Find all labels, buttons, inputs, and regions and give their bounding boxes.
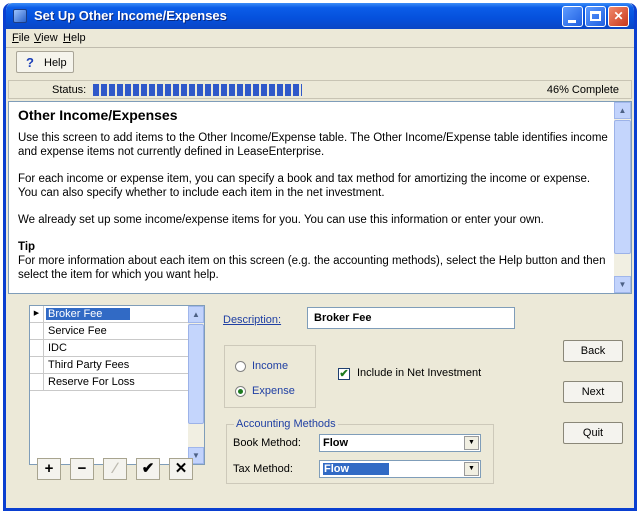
expense-label: Expense [252,385,295,397]
tip-heading: Tip [18,241,36,253]
add-item-button[interactable]: + [37,458,61,480]
cancel-button[interactable]: ✕ [169,458,193,480]
toolbar-divider [6,47,634,48]
menu-help[interactable]: Help [63,32,86,44]
close-button[interactable]: ✕ [608,6,629,27]
minimize-icon [568,20,576,23]
progress-fill [93,84,302,96]
list-item-label: Third Party Fees [48,359,130,371]
close-icon: ✕ [613,9,624,23]
menu-file[interactable]: File [12,32,30,44]
list-item[interactable]: Third Party Fees [30,357,189,374]
scroll-down-icon[interactable]: ▼ [614,276,631,293]
income-radio[interactable] [235,361,246,372]
tip-text: For more information about each item on … [18,255,606,281]
book-method-value: Flow [323,437,349,449]
next-label: Next [581,386,605,398]
row-marker [30,374,44,390]
include-net-checkbox[interactable]: ✔ [338,368,350,380]
include-net-label: Include in Net Investment [357,367,482,379]
tax-method-select[interactable]: Flow ▼ [319,460,481,478]
list-scrollbar[interactable]: ▲ ▼ [188,306,204,464]
scroll-up-icon[interactable]: ▲ [188,306,204,323]
question-mark-icon: ? [26,55,34,70]
chevron-down-icon[interactable]: ▼ [464,436,479,450]
tax-method-value: Flow [323,463,390,475]
list-item[interactable]: IDC [30,340,189,357]
menu-view[interactable]: View [34,32,58,44]
quit-button[interactable]: Quit [563,422,623,444]
list-item[interactable]: ▶ Broker Fee [30,306,189,323]
item-type-group: Income Expense [224,345,316,408]
status-bar: Status: 46% Complete [8,80,632,99]
app-icon [13,9,27,23]
help-title: Other Income/Expenses [18,107,178,123]
list-item-label: IDC [48,342,67,354]
row-marker [30,340,44,356]
maximize-icon [590,11,601,21]
edit-item-button[interactable]: ∕ [103,458,127,480]
editor-area: ▶ Broker Fee Service Fee IDC Third Party… [8,297,632,497]
help-paragraph: Use this screen to add items to the Othe… [18,132,608,158]
list-item[interactable]: Reserve For Loss [30,374,189,391]
list-item-label: Reserve For Loss [48,376,135,388]
status-label: Status: [52,84,87,96]
next-button[interactable]: Next [563,381,623,403]
list-item-label: Service Fee [48,325,107,337]
progress-bar [93,84,548,96]
chevron-down-icon[interactable]: ▼ [464,462,479,476]
help-panel: Other Income/Expenses Use this screen to… [8,101,632,294]
quit-label: Quit [582,427,604,439]
menu-bar: File View Help [6,29,634,47]
maximize-button[interactable] [585,6,606,27]
window-title: Set Up Other Income/Expenses [34,8,227,23]
list-item[interactable]: Service Fee [30,323,189,340]
help-paragraph: We already set up some income/expense it… [18,214,544,226]
title-bar[interactable]: Set Up Other Income/Expenses ✕ [6,3,634,29]
confirm-button[interactable]: ✔ [136,458,160,480]
scroll-up-icon[interactable]: ▲ [614,102,631,119]
remove-item-button[interactable]: − [70,458,94,480]
accounting-methods-group: Accounting Methods Book Method: Flow ▼ T… [226,418,494,484]
scroll-thumb[interactable] [614,120,631,254]
income-label: Income [252,360,289,372]
help-toolbar-button[interactable]: ? Help [16,51,74,73]
app-window: Set Up Other Income/Expenses ✕ File View… [3,3,637,511]
help-paragraph: For each income or expense item, you can… [18,173,591,199]
minimize-button[interactable] [562,6,583,27]
list-toolbar: + − ∕ ✔ ✕ [37,458,203,482]
tax-method-label: Tax Method: [233,463,293,475]
description-label: Description: [223,314,282,326]
row-marker [30,357,44,373]
row-marker [30,323,44,339]
back-label: Back [580,345,606,357]
list-item-label: Broker Fee [46,308,131,320]
current-row-icon: ▶ [30,306,44,322]
book-method-label: Book Method: [233,437,301,449]
help-content: Other Income/Expenses Use this screen to… [18,108,610,282]
book-method-select[interactable]: Flow ▼ [319,434,481,452]
description-input[interactable]: Broker Fee [307,307,515,329]
help-scrollbar[interactable]: ▲ ▼ [614,102,631,293]
back-button[interactable]: Back [563,340,623,362]
expense-radio[interactable] [235,386,246,397]
help-toolbar-label: Help [44,57,67,69]
scroll-thumb[interactable] [188,324,204,424]
progress-percent: 46% Complete [546,84,619,96]
accounting-methods-legend: Accounting Methods [234,418,338,430]
items-list: ▶ Broker Fee Service Fee IDC Third Party… [29,305,205,465]
